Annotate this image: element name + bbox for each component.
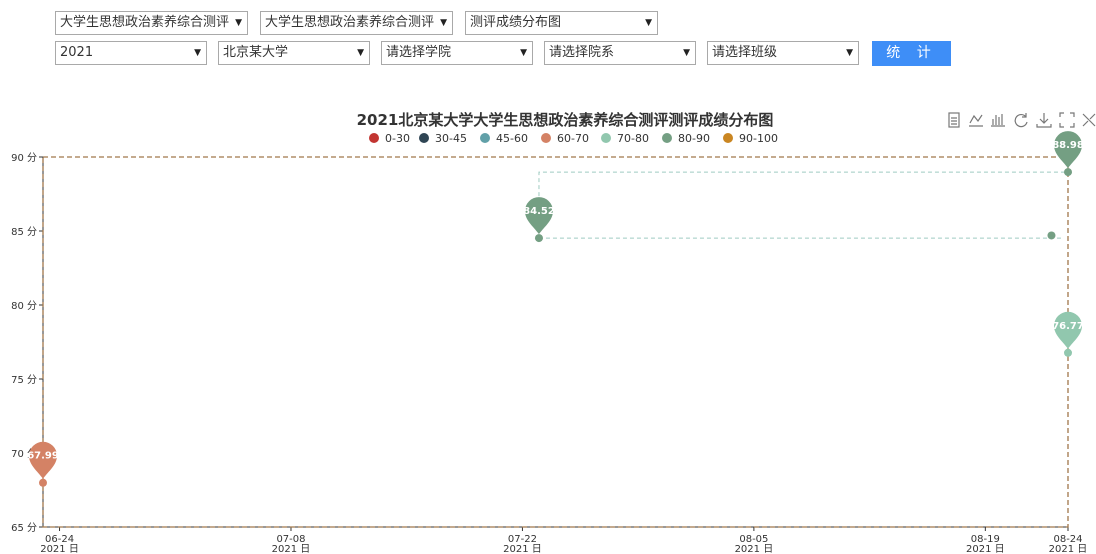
y-tick-label: 90 分 bbox=[11, 152, 37, 164]
legend-marker[interactable] bbox=[480, 133, 490, 143]
legend-label[interactable]: 30-45 bbox=[435, 132, 467, 145]
chart-legend: 0-30 30-45 45-60 60-70 70-80 80-90 90-100 bbox=[369, 132, 778, 145]
x-tick-sublabel: 2021 日 bbox=[503, 544, 542, 554]
chevron-down-icon: ▼ bbox=[194, 48, 201, 58]
score-distribution-chart: 2021北京某大学大学生思想政治素养综合测评测评成绩分布图 0-30 30-45 4… bbox=[11, 111, 1096, 554]
x-tick-sublabel: 2021 日 bbox=[1049, 544, 1088, 554]
y-tick-label: 65 分 bbox=[11, 522, 37, 534]
chevron-down-icon: ▼ bbox=[683, 48, 690, 58]
markpoint-pin[interactable]: 67.99 bbox=[27, 441, 59, 479]
markpoint-label: 76.77 bbox=[1052, 321, 1084, 332]
markline-88 bbox=[538, 171, 1068, 239]
chart-type-select[interactable]: 测评成绩分布图 ▼ bbox=[465, 11, 658, 35]
bar-icon[interactable] bbox=[991, 114, 1005, 127]
data-point[interactable] bbox=[1064, 168, 1072, 177]
assessment-category-select[interactable]: 大学生思想政治素养综合测评 ▼ bbox=[55, 11, 248, 35]
chevron-down-icon: ▼ bbox=[846, 48, 853, 58]
data-point[interactable] bbox=[39, 478, 47, 487]
chart-type-value: 测评成绩分布图 bbox=[470, 15, 562, 30]
markpoint-pin[interactable]: 88.98 bbox=[1052, 131, 1084, 169]
class-select[interactable]: 请选择班级 ▼ bbox=[707, 41, 859, 65]
year-select[interactable]: 2021 ▼ bbox=[55, 41, 207, 65]
x-tick-sublabel: 2021 日 bbox=[966, 544, 1005, 554]
legend-marker[interactable] bbox=[541, 133, 551, 143]
assessment-category-value: 大学生思想政治素养综合测评 bbox=[60, 15, 230, 30]
chart-title: 2021北京某大学大学生思想政治素养综合测评测评成绩分布图 bbox=[357, 111, 774, 129]
department-select[interactable]: 请选择院系 ▼ bbox=[544, 41, 696, 65]
x-tick-sublabel: 2021 日 bbox=[735, 544, 774, 554]
university-select[interactable]: 北京某大学 ▼ bbox=[218, 41, 370, 65]
download-icon[interactable] bbox=[1036, 113, 1052, 128]
max-markline bbox=[42, 156, 1069, 528]
chevron-down-icon: ▼ bbox=[235, 18, 242, 28]
x-tick-sublabel: 2021 日 bbox=[40, 544, 79, 554]
statistics-button[interactable]: 统 计 bbox=[872, 41, 951, 66]
y-tick-label: 80 分 bbox=[11, 300, 37, 312]
chevron-down-icon: ▼ bbox=[520, 48, 527, 58]
markpoint-pin[interactable]: 84.52 bbox=[523, 197, 555, 235]
legend-marker[interactable] bbox=[601, 133, 611, 143]
y-tick-label: 85 分 bbox=[11, 226, 37, 238]
markpoint-pin[interactable]: 76.77 bbox=[1052, 311, 1084, 349]
legend-label[interactable]: 60-70 bbox=[557, 132, 589, 145]
legend-marker[interactable] bbox=[662, 133, 672, 143]
class-value: 请选择班级 bbox=[712, 45, 778, 60]
chart-toolbox bbox=[948, 112, 1096, 128]
data-point[interactable] bbox=[534, 234, 543, 243]
data-point[interactable] bbox=[1064, 348, 1072, 357]
legend-marker[interactable] bbox=[419, 133, 429, 143]
assessment-name-value: 大学生思想政治素养综合测评 bbox=[265, 15, 435, 30]
legend-label[interactable]: 45-60 bbox=[496, 132, 528, 145]
legend-label[interactable]: 70-80 bbox=[617, 132, 649, 145]
college-select[interactable]: 请选择学院 ▼ bbox=[381, 41, 533, 65]
chevron-down-icon: ▼ bbox=[440, 18, 447, 28]
line-icon[interactable] bbox=[969, 114, 983, 127]
year-value: 2021 bbox=[60, 45, 94, 60]
markpoint-label: 84.52 bbox=[523, 206, 555, 217]
data-point[interactable] bbox=[1047, 231, 1056, 240]
brush-icon[interactable] bbox=[1082, 113, 1096, 127]
university-value: 北京某大学 bbox=[223, 45, 289, 60]
college-value: 请选择学院 bbox=[386, 45, 452, 60]
legend-marker[interactable] bbox=[369, 133, 379, 143]
y-tick-label: 75 分 bbox=[11, 374, 37, 386]
restore-icon[interactable] bbox=[1014, 113, 1028, 128]
department-value: 请选择院系 bbox=[549, 45, 615, 60]
assessment-name-select[interactable]: 大学生思想政治素养综合测评 ▼ bbox=[260, 11, 453, 35]
legend-label[interactable]: 90-100 bbox=[739, 132, 778, 145]
chevron-down-icon: ▼ bbox=[357, 48, 364, 58]
legend-label[interactable]: 80-90 bbox=[678, 132, 710, 145]
markpoint-label: 67.99 bbox=[27, 451, 59, 462]
zoom-icon[interactable] bbox=[1059, 112, 1075, 128]
legend-label[interactable]: 0-30 bbox=[385, 132, 410, 145]
legend-marker[interactable] bbox=[723, 133, 733, 143]
chevron-down-icon: ▼ bbox=[645, 18, 652, 28]
data-view-icon[interactable] bbox=[948, 112, 960, 128]
x-tick-sublabel: 2021 日 bbox=[272, 544, 311, 554]
markpoint-label: 88.98 bbox=[1052, 140, 1084, 151]
plot-area: 65 分70 分75 分80 分85 分90 分06-242021 日07-08… bbox=[11, 131, 1087, 554]
